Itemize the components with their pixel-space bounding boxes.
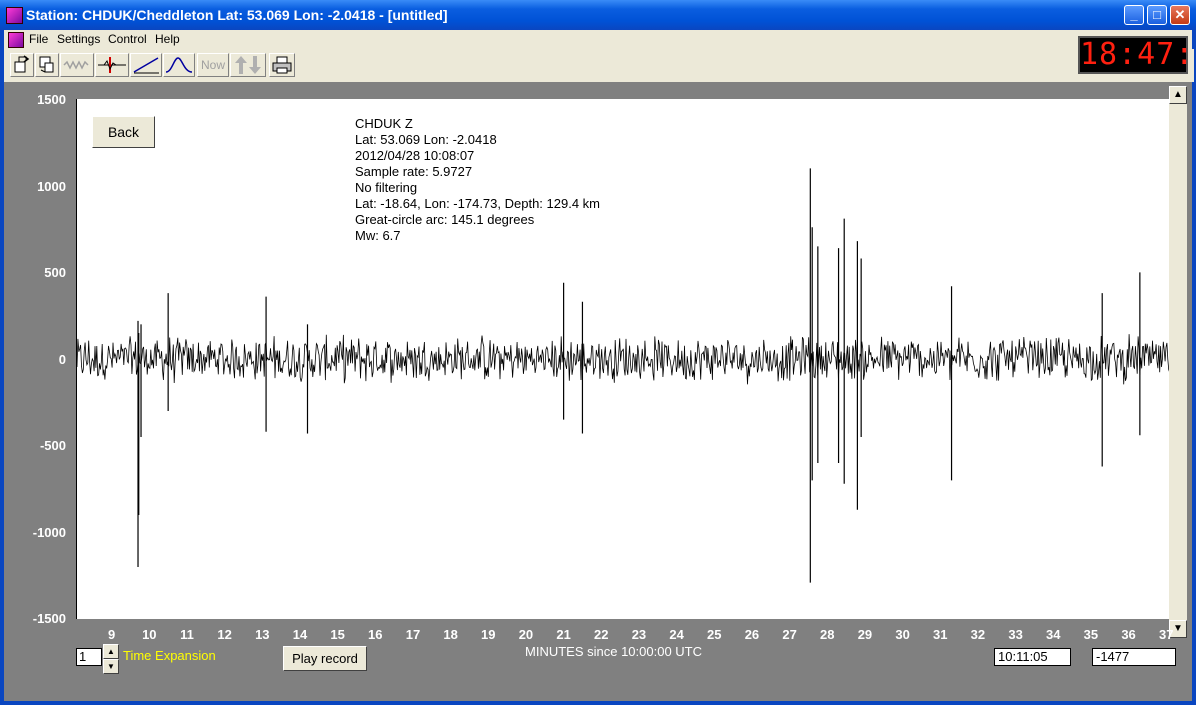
window-title: Station: CHDUK/Cheddleton Lat: 53.069 Lo…	[26, 7, 448, 23]
info-line: Mw: 6.7	[355, 228, 401, 243]
vertical-scrollbar[interactable]: ▲ ▼	[1169, 86, 1187, 638]
x-tick-label: 22	[594, 627, 609, 642]
minimize-icon: _	[1130, 7, 1138, 22]
menu-control[interactable]: Control	[108, 32, 147, 46]
menu-settings[interactable]: Settings	[57, 32, 100, 46]
x-tick-label: 24	[669, 627, 684, 642]
x-tick-label: 31	[933, 627, 948, 642]
info-line: No filtering	[355, 180, 418, 195]
save-file-button[interactable]	[35, 53, 59, 77]
y-tick-label: -1500	[32, 611, 66, 626]
x-tick-label: 17	[405, 627, 421, 642]
open-file-icon	[14, 55, 30, 73]
print-icon	[272, 56, 292, 74]
maximize-button[interactable]: □	[1147, 5, 1167, 25]
menu-file[interactable]: File	[29, 32, 48, 46]
x-tick-label: 29	[857, 627, 873, 642]
info-line: Sample rate: 5.9727	[355, 164, 473, 179]
x-tick-label: 11	[180, 627, 194, 642]
x-tick-label: 15	[330, 627, 345, 642]
x-tick-label: 19	[481, 627, 496, 642]
ramp-button[interactable]	[130, 53, 162, 77]
window-border-right	[1192, 30, 1196, 705]
open-file-button[interactable]	[10, 53, 34, 77]
now-button[interactable]: Now	[197, 53, 229, 77]
toolbar: Now	[4, 49, 1194, 82]
time-expansion-input[interactable]: 1	[76, 648, 102, 666]
time-readout: 10:11:05	[994, 648, 1071, 666]
up-down-arrows-icon	[235, 56, 261, 74]
event-info: CHDUK Z Lat: 53.069 Lon: -2.0418 2012/04…	[355, 116, 600, 244]
x-tick-label: 33	[1008, 627, 1023, 642]
back-button[interactable]: Back	[92, 116, 155, 148]
maximize-icon: □	[1153, 7, 1161, 22]
app-icon[interactable]	[6, 7, 23, 24]
info-line: Great-circle arc: 145.1 degrees	[355, 212, 535, 227]
bell-curve-button[interactable]	[163, 53, 195, 77]
y-tick-label: -1000	[32, 525, 66, 540]
x-tick-label: 9	[108, 627, 116, 642]
x-tick-label: 14	[292, 627, 308, 642]
pick-marker-button[interactable]	[95, 53, 129, 77]
x-tick-label: 35	[1083, 627, 1099, 642]
x-tick-label: 30	[895, 627, 910, 642]
x-tick-label: 32	[970, 627, 986, 642]
bell-curve-icon	[165, 57, 193, 73]
spin-up-icon[interactable]: ▲	[103, 644, 119, 659]
x-tick-label: 27	[782, 627, 797, 642]
save-file-icon	[39, 56, 54, 73]
close-icon: ✕	[1174, 7, 1186, 22]
x-tick-label: 28	[820, 627, 835, 642]
y-tick-label: 1500	[37, 92, 66, 107]
x-tick-label: 36	[1121, 627, 1136, 642]
x-tick-label: 21	[556, 627, 571, 642]
x-axis-label: MINUTES since 10:00:00 UTC	[525, 644, 703, 659]
x-tick-label: 26	[744, 627, 760, 642]
x-tick-label: 37	[1158, 627, 1174, 642]
menu-help[interactable]: Help	[155, 32, 180, 46]
title-bar: Station: CHDUK/Cheddleton Lat: 53.069 Lo…	[0, 0, 1196, 30]
time-expansion-spinner[interactable]: ▲ ▼	[103, 644, 119, 674]
minimize-button[interactable]: _	[1124, 5, 1144, 25]
value-readout: -1477	[1092, 648, 1176, 666]
play-record-button[interactable]: Play record	[283, 646, 367, 671]
close-button[interactable]: ✕	[1170, 5, 1190, 25]
x-tick-label: 20	[518, 627, 534, 642]
x-tick-label: 23	[631, 627, 647, 642]
y-tick-label: -500	[39, 438, 66, 453]
pick-marker-icon	[98, 57, 126, 73]
seismogram-trace	[76, 168, 1170, 583]
info-line: Lat: -18.64, Lon: -174.73, Depth: 129.4 …	[355, 196, 600, 211]
filter-wave-icon	[63, 60, 89, 70]
info-line: Lat: 53.069 Lon: -2.0418	[355, 132, 497, 147]
menu-bar: File Settings Control Help	[4, 30, 1074, 49]
up-down-button[interactable]	[230, 53, 266, 77]
x-tick-label: 25	[707, 627, 722, 642]
info-line: CHDUK Z	[355, 116, 413, 131]
print-button[interactable]	[269, 53, 295, 77]
x-tick-label: 10	[142, 627, 157, 642]
x-tick-label: 13	[255, 627, 270, 642]
seismogram-line	[76, 334, 1170, 385]
x-tick-label: 16	[368, 627, 383, 642]
y-tick-label: 1000	[37, 179, 66, 194]
seismogram-plot[interactable]	[76, 99, 1170, 619]
scroll-up-arrow-icon[interactable]: ▲	[1169, 86, 1187, 104]
document-icon[interactable]	[8, 32, 24, 48]
filter-wave-button[interactable]	[60, 53, 94, 77]
time-expansion-label: Time Expansion	[123, 648, 216, 663]
y-tick-label: 500	[44, 265, 66, 280]
x-tick-label: 18	[443, 627, 458, 642]
y-tick-label: 0	[58, 352, 66, 367]
x-tick-label: 34	[1046, 627, 1061, 642]
x-tick-label: 12	[217, 627, 232, 642]
ramp-icon	[133, 57, 159, 74]
spin-down-icon[interactable]: ▼	[103, 659, 119, 674]
clock-display: 18:47:01	[1078, 36, 1196, 74]
info-line: 2012/04/28 10:08:07	[355, 148, 475, 163]
window-border-bottom	[0, 701, 1196, 705]
